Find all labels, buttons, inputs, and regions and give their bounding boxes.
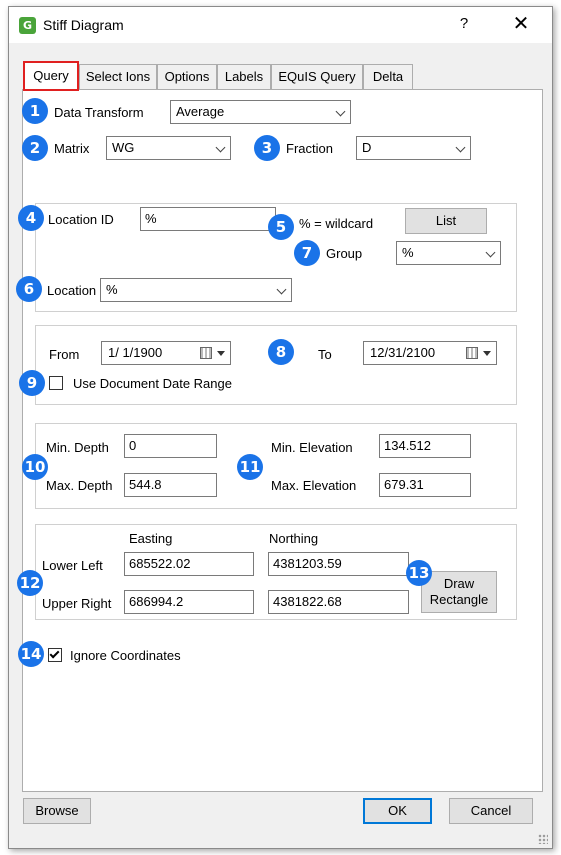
tab-labels[interactable]: Labels [217, 64, 271, 90]
to-date-picker[interactable]: 12/31/2100 [363, 341, 497, 365]
group-dropdown[interactable]: % [396, 241, 501, 265]
min-depth-label: Min. Depth [46, 440, 109, 455]
fraction-dropdown[interactable]: D [356, 136, 471, 160]
location-label: Location [47, 283, 97, 298]
badge-6: 6 [16, 276, 42, 302]
badge-4: 4 [18, 205, 44, 231]
badge-5: 5 [268, 214, 294, 240]
app-logo-icon: G [19, 17, 36, 34]
fraction-label: Fraction [286, 141, 333, 156]
badge-1: 1 [22, 98, 48, 124]
min-elevation-label: Min. Elevation [271, 440, 353, 455]
resize-grip-icon[interactable] [538, 834, 548, 844]
calendar-icon [466, 347, 478, 359]
chevron-down-icon [335, 106, 346, 117]
group-value: % [402, 245, 414, 260]
tab-select-ions[interactable]: Select Ions [79, 64, 157, 90]
upper-right-northing-input[interactable]: 4381822.68 [268, 590, 409, 614]
lower-left-northing-input[interactable]: 4381203.59 [268, 552, 409, 576]
location-dropdown[interactable]: % [100, 278, 292, 302]
title-bar: G Stiff Diagram ? ✕ [9, 7, 552, 43]
lower-left-label: Lower Left [42, 558, 103, 573]
draw-rectangle-line2: Rectangle [429, 592, 489, 607]
tab-options[interactable]: Options [157, 64, 217, 90]
browse-button[interactable]: Browse [23, 798, 91, 824]
dropdown-arrow-icon [483, 351, 491, 356]
help-button[interactable]: ? [454, 15, 474, 32]
upper-right-label: Upper Right [42, 596, 112, 611]
cancel-button[interactable]: Cancel [449, 798, 533, 824]
tab-equis-query[interactable]: EQuIS Query [271, 64, 363, 90]
calendar-icon [200, 347, 212, 359]
badge-10: 10 [22, 454, 48, 480]
close-icon[interactable]: ✕ [509, 11, 533, 35]
to-date-value: 12/31/2100 [370, 345, 436, 360]
wildcard-hint: % = wildcard [299, 216, 374, 231]
use-document-date-range-label: Use Document Date Range [73, 376, 232, 391]
badge-12: 12 [17, 570, 43, 596]
badge-7: 7 [294, 240, 320, 266]
max-depth-label: Max. Depth [46, 478, 113, 493]
badge-2: 2 [22, 135, 48, 161]
dropdown-arrow-icon [217, 351, 225, 356]
max-elevation-label: Max. Elevation [271, 478, 357, 493]
draw-rectangle-line1: Draw [443, 576, 475, 591]
chevron-down-icon [215, 142, 226, 153]
from-date-picker[interactable]: 1/ 1/1900 [101, 341, 231, 365]
checkmark-icon [49, 648, 60, 659]
max-elevation-input[interactable]: 679.31 [379, 473, 471, 497]
tab-query[interactable]: Query [23, 61, 79, 91]
data-transform-value: Average [176, 104, 225, 119]
badge-13: 13 [406, 560, 432, 586]
badge-14: 14 [18, 641, 44, 667]
min-elevation-input[interactable]: 134.512 [379, 434, 471, 458]
data-transform-dropdown[interactable]: Average [170, 100, 351, 124]
matrix-dropdown[interactable]: WG [106, 136, 231, 160]
max-depth-input[interactable]: 544.8 [124, 473, 217, 497]
matrix-label: Matrix [54, 141, 90, 156]
from-label: From [49, 347, 80, 362]
matrix-value: WG [112, 140, 135, 155]
chevron-down-icon [276, 284, 287, 295]
fraction-value: D [362, 140, 372, 155]
badge-8: 8 [268, 339, 294, 365]
location-value: % [106, 282, 118, 297]
ok-button[interactable]: OK [363, 798, 432, 824]
draw-rectangle-button[interactable]: Draw Rectangle [421, 571, 497, 613]
group-label: Group [326, 246, 363, 261]
data-transform-label: Data Transform [54, 105, 144, 120]
badge-11: 11 [237, 454, 263, 480]
chevron-down-icon [485, 247, 496, 258]
badge-9: 9 [19, 370, 45, 396]
easting-header: Easting [129, 531, 173, 546]
northing-header: Northing [269, 531, 319, 546]
location-id-label: Location ID [48, 212, 114, 227]
tab-delta[interactable]: Delta [363, 64, 413, 90]
date-range-group [35, 325, 517, 405]
from-date-value: 1/ 1/1900 [108, 345, 163, 360]
ignore-coordinates-label: Ignore Coordinates [70, 648, 181, 663]
upper-right-easting-input[interactable]: 686994.2 [124, 590, 254, 614]
min-depth-input[interactable]: 0 [124, 434, 217, 458]
to-label: To [318, 347, 332, 362]
chevron-down-icon [455, 142, 466, 153]
ignore-coordinates-checkbox[interactable] [48, 648, 62, 662]
badge-3: 3 [254, 135, 280, 161]
use-document-date-range-checkbox[interactable] [49, 376, 63, 390]
window-title: Stiff Diagram [43, 17, 124, 33]
location-id-input[interactable]: % [140, 207, 276, 231]
stiff-diagram-dialog: G Stiff Diagram ? ✕ Query Select Ions Op… [8, 6, 553, 849]
list-button[interactable]: List [405, 208, 487, 234]
lower-left-easting-input[interactable]: 685522.02 [124, 552, 254, 576]
